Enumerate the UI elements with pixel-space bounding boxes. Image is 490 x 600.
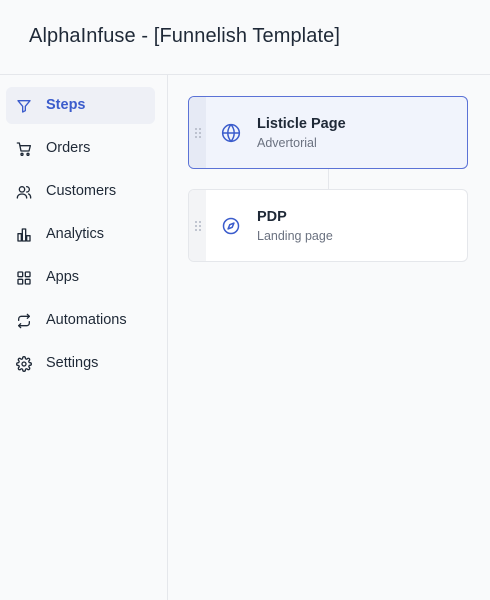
compass-icon bbox=[221, 216, 241, 236]
step-card-listicle-page[interactable]: Listicle Page Advertorial bbox=[188, 96, 468, 169]
step-card-pdp[interactable]: PDP Landing page bbox=[188, 189, 468, 262]
sidebar-item-apps[interactable]: Apps bbox=[6, 259, 155, 296]
step-connector bbox=[328, 168, 329, 189]
gear-icon bbox=[15, 355, 32, 372]
page-title: AlphaInfuse - [Funnelish Template] bbox=[29, 25, 340, 47]
bar-chart-icon bbox=[15, 226, 32, 243]
app-header: AlphaInfuse - [Funnelish Template] bbox=[0, 0, 490, 75]
sidebar-item-label: Apps bbox=[46, 269, 80, 285]
sidebar-item-label: Customers bbox=[46, 183, 117, 199]
sidebar-item-label: Settings bbox=[46, 355, 99, 371]
sidebar-item-steps[interactable]: Steps bbox=[6, 87, 155, 124]
sidebar-item-label: Automations bbox=[46, 312, 127, 328]
sidebar-item-settings[interactable]: Settings bbox=[6, 345, 155, 382]
grid-icon bbox=[15, 269, 32, 286]
steps-panel: Listicle Page Advertorial PDP Landing pa… bbox=[168, 75, 490, 600]
step-title: PDP bbox=[257, 209, 287, 225]
drag-handle-icon[interactable] bbox=[189, 190, 206, 261]
filter-icon bbox=[15, 97, 32, 114]
globe-icon bbox=[221, 123, 241, 143]
sidebar-item-label: Analytics bbox=[46, 226, 105, 242]
sidebar-item-orders[interactable]: Orders bbox=[6, 130, 155, 167]
step-subtitle: Advertorial bbox=[257, 136, 317, 150]
cart-icon bbox=[15, 140, 32, 157]
sidebar-item-label: Orders bbox=[46, 140, 91, 156]
sidebar-item-label: Steps bbox=[46, 97, 86, 113]
repeat-icon bbox=[15, 312, 32, 329]
sidebar-item-automations[interactable]: Automations bbox=[6, 302, 155, 339]
step-title: Listicle Page bbox=[257, 116, 346, 132]
sidebar-item-customers[interactable]: Customers bbox=[6, 173, 155, 210]
users-icon bbox=[15, 183, 32, 200]
sidebar: Steps Orders Customers Analytics Apps Au… bbox=[0, 75, 168, 600]
drag-handle-icon[interactable] bbox=[189, 97, 206, 168]
sidebar-item-analytics[interactable]: Analytics bbox=[6, 216, 155, 253]
step-subtitle: Landing page bbox=[257, 229, 333, 243]
